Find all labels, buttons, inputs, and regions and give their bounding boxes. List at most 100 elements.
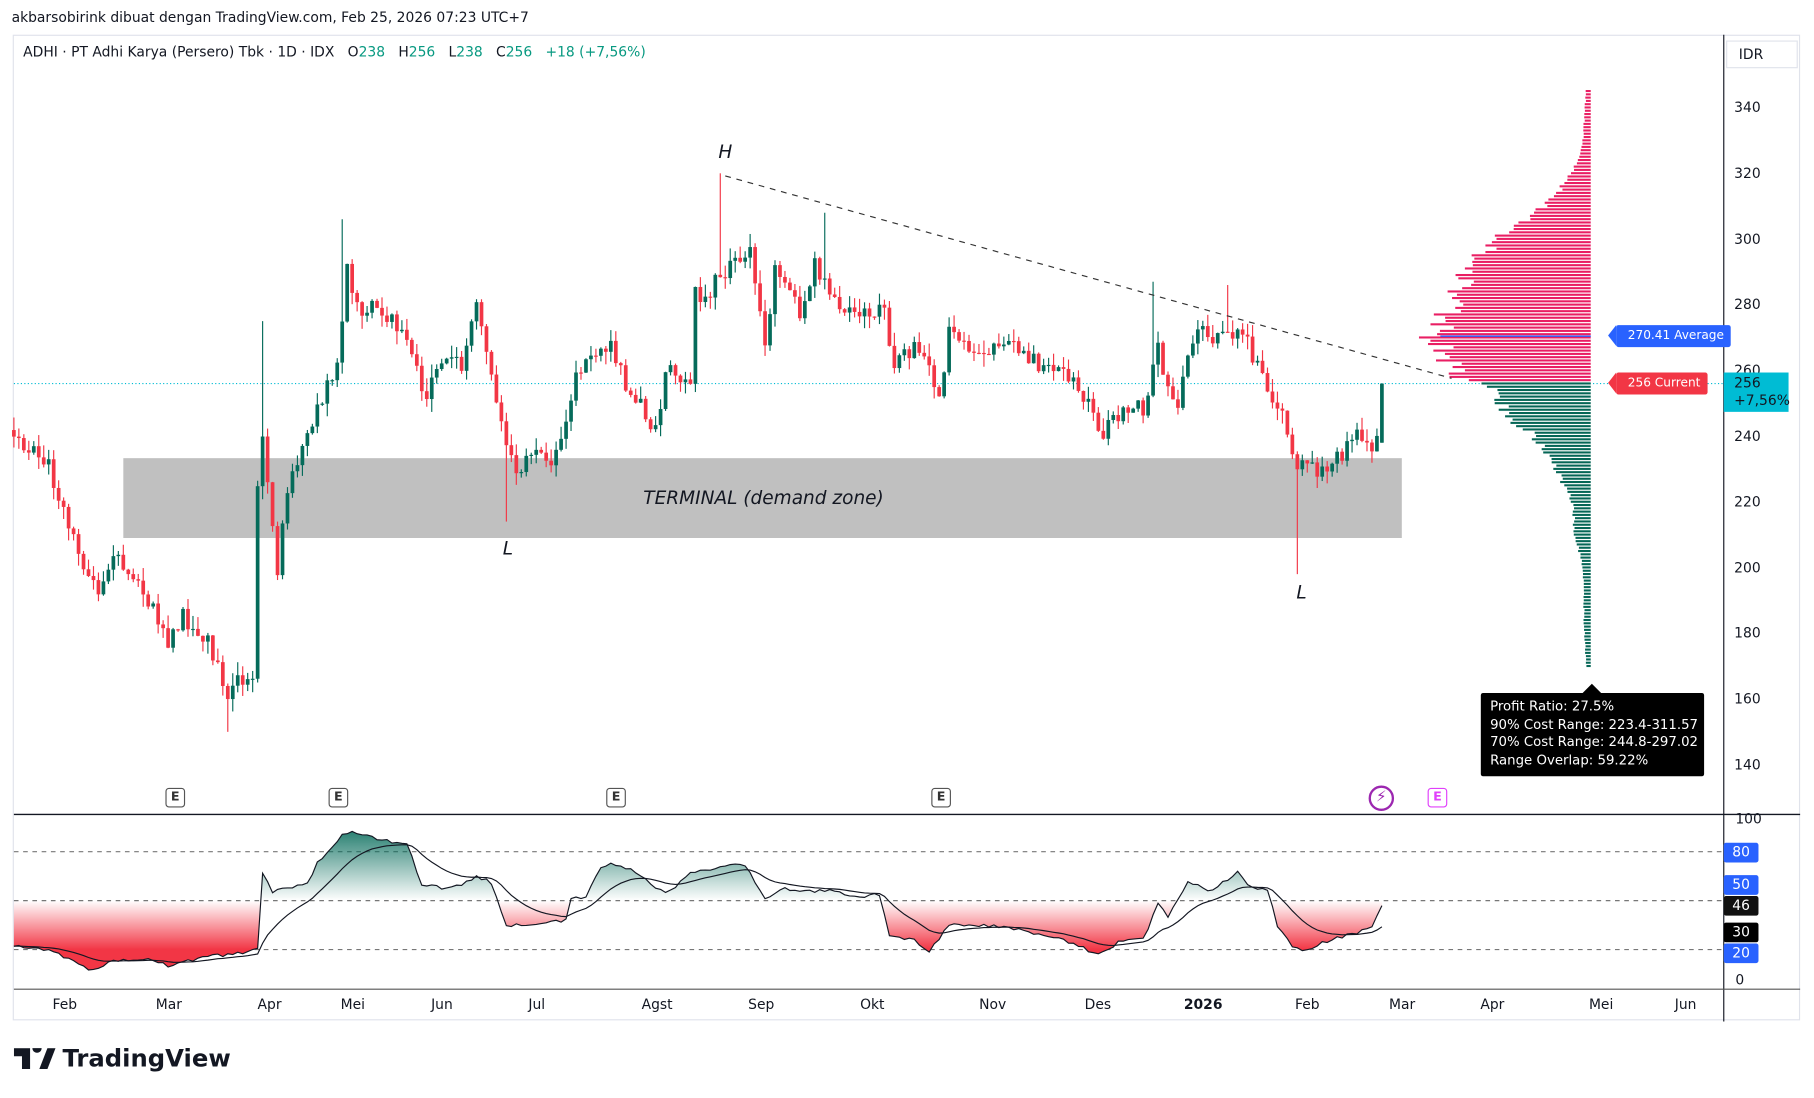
candle [489, 350, 494, 381]
candle-body [1151, 364, 1155, 396]
candle [1285, 410, 1290, 438]
candle-body [1171, 386, 1175, 400]
candle-body [489, 351, 494, 375]
candle-body [564, 421, 568, 439]
candle-body [1225, 331, 1230, 333]
candle-body [41, 457, 46, 465]
volume-profile-bar [1584, 635, 1591, 638]
candle [419, 356, 424, 401]
candle-body [449, 357, 454, 359]
time-axis-label: Mei [1588, 996, 1614, 1013]
upcoming-earnings-icon[interactable]: E [1427, 787, 1448, 808]
candle-body [315, 404, 320, 427]
volume-profile-bar [1573, 530, 1591, 533]
lightning-icon[interactable]: ⚡ [1368, 785, 1395, 811]
candle [255, 480, 260, 683]
candle-body [922, 352, 927, 357]
candle [66, 503, 71, 541]
candle-body [400, 329, 404, 332]
candle-body [439, 363, 444, 369]
candle-body [156, 603, 160, 625]
candle [1245, 323, 1250, 350]
price-tick: 200 [1734, 559, 1761, 576]
volume-profile-bar [1464, 369, 1591, 372]
earnings-event-icon[interactable]: E [606, 787, 626, 808]
price-tick: 240 [1734, 428, 1761, 445]
cost-distribution-tooltip: Profit Ratio: 27.5% 90% Cost Range: 223.… [1480, 683, 1705, 777]
candle [653, 416, 658, 433]
candle [1181, 365, 1185, 411]
volume-profile-bar [1491, 241, 1591, 244]
candle [837, 285, 842, 314]
candle-body [1260, 360, 1265, 374]
volume-profile-bar [1556, 471, 1591, 474]
candle-body [395, 314, 399, 332]
candle [1096, 407, 1101, 432]
candle [21, 434, 26, 453]
volume-profile-bar [1584, 109, 1591, 112]
earnings-event-icon[interactable]: E [931, 787, 951, 808]
volume-profile-bar [1583, 602, 1591, 605]
volume-profile-bar [1430, 339, 1591, 342]
volume-profile-bar [1584, 119, 1591, 122]
candle-body [972, 351, 976, 353]
candle-body [1166, 374, 1170, 387]
candle [36, 435, 41, 469]
candle-body [1006, 340, 1011, 345]
candle-body [1066, 368, 1071, 382]
candle [1091, 392, 1096, 421]
candle [469, 319, 474, 352]
candle-body [270, 482, 275, 527]
candle-body [81, 553, 86, 570]
candle-body [275, 526, 280, 576]
candle-body [96, 580, 101, 595]
osc-value-badge: 46 [1723, 896, 1759, 916]
price-tick: 340 [1734, 99, 1761, 116]
volume-profile-bar [1562, 477, 1591, 480]
candle-body [1146, 395, 1150, 416]
candle [604, 346, 608, 365]
earnings-event-icon[interactable]: E [328, 787, 349, 808]
candle [121, 544, 126, 571]
candle-body [758, 283, 762, 312]
candle [912, 336, 917, 359]
candle [882, 299, 887, 320]
candle [46, 449, 51, 475]
candle-body [698, 286, 703, 303]
tradingview-logo[interactable]: TradingView [13, 1045, 231, 1072]
volume-profile-bar [1572, 510, 1591, 513]
volume-profile-bar [1559, 185, 1591, 188]
candle-body [1220, 331, 1225, 334]
high-marker: H [718, 140, 733, 163]
symbol-info[interactable]: ADHI · PT Adhi Karya (Persero) Tbk · 1D … [23, 44, 334, 60]
candle-body [1101, 430, 1106, 439]
candle [594, 348, 598, 363]
candle [1375, 428, 1379, 452]
candle-body [171, 629, 175, 648]
candle-body [1071, 377, 1076, 382]
candle-body [1016, 341, 1021, 354]
osc-level-80-badge: 80 [1723, 842, 1759, 863]
volume-profile-bar [1581, 145, 1591, 148]
candle [643, 396, 648, 423]
candle [131, 568, 136, 583]
currency-button[interactable]: IDR [1726, 40, 1798, 69]
candle [1290, 427, 1295, 460]
candle [1166, 371, 1170, 397]
candle [405, 318, 409, 346]
candle-body [71, 528, 76, 535]
candle [390, 313, 394, 329]
volume-profile-bar [1582, 139, 1591, 142]
candle [902, 343, 907, 361]
volume-profile-bar [1544, 444, 1591, 447]
candle [1171, 377, 1175, 400]
candle-body [479, 302, 484, 327]
candle-body [559, 438, 563, 450]
candle-body [678, 375, 683, 383]
volume-profile-bar [1461, 362, 1591, 365]
earnings-event-icon[interactable]: E [165, 787, 186, 808]
candle-body [459, 356, 464, 371]
chart-plot[interactable] [0, 0, 1814, 1098]
candle [857, 298, 862, 324]
candle-body [1240, 329, 1245, 335]
